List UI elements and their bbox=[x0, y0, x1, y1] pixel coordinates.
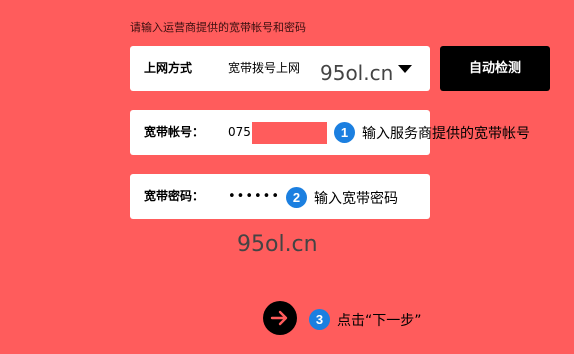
connection-type-value[interactable]: 宽带拨号上网 bbox=[228, 46, 300, 91]
step-badge: 2 bbox=[286, 187, 307, 208]
caret-down-icon[interactable] bbox=[398, 65, 412, 73]
password-label: 宽带密码： bbox=[144, 189, 205, 203]
watermark: 95ol.cn bbox=[237, 232, 318, 257]
connection-type-label: 上网方式 bbox=[144, 61, 193, 75]
instruction-text: 请输入运营商提供的宽带帐号和密码 bbox=[130, 21, 306, 34]
auto-detect-button[interactable]: 自动检测 bbox=[440, 46, 550, 91]
redaction-block bbox=[252, 122, 327, 144]
step-1: 1 输入服务商提供的宽带帐号 bbox=[334, 122, 530, 143]
step-3: 3 点击“下一步” bbox=[309, 309, 422, 330]
step-2: 2 输入宽带密码 bbox=[286, 187, 398, 208]
step-text: 输入宽带密码 bbox=[314, 190, 398, 207]
step-badge: 3 bbox=[309, 309, 330, 330]
watermark-inline: 95ol.cn bbox=[320, 61, 394, 85]
arrow-right-icon bbox=[270, 310, 288, 326]
step-text: 输入服务商提供的宽带帐号 bbox=[362, 125, 530, 142]
password-input[interactable]: •••••• bbox=[228, 174, 280, 219]
connection-type-select[interactable]: 上网方式 宽带拨号上网 95ol.cn bbox=[130, 46, 430, 91]
next-button[interactable] bbox=[263, 301, 297, 335]
account-input[interactable]: 075 bbox=[228, 110, 251, 155]
step-badge: 1 bbox=[334, 122, 355, 143]
step-text: 点击“下一步” bbox=[337, 312, 422, 329]
account-label: 宽带帐号： bbox=[144, 125, 205, 139]
